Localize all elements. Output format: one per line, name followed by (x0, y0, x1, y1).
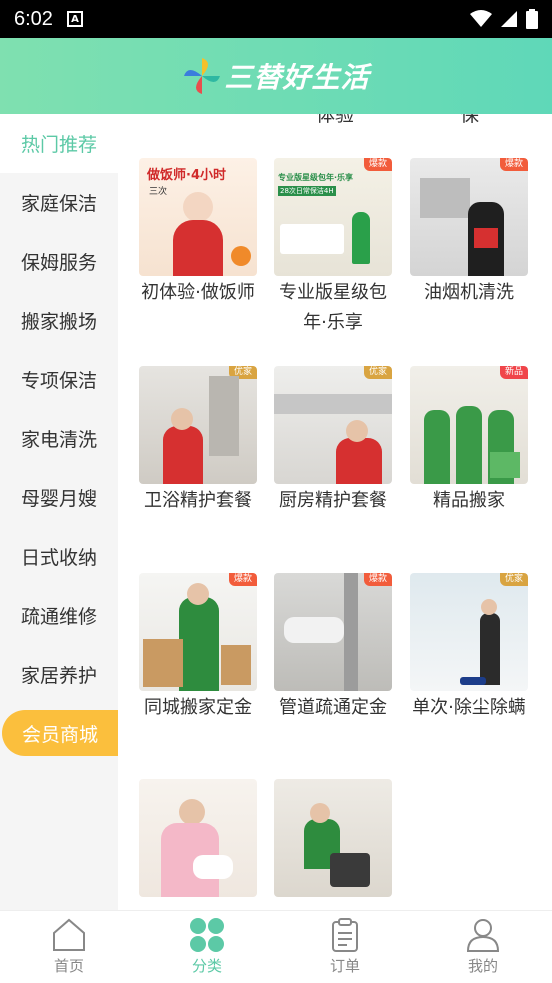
badge-hot: 爆款 (363, 573, 392, 586)
profile-icon (466, 919, 500, 952)
product-card[interactable]: 爆款 管道疏通定金 (274, 573, 392, 723)
product-title: 初体验·做饭师 (141, 282, 255, 303)
product-title: 油烟机清洗 (424, 282, 514, 303)
thumb-text: 专业版星级包年·乐享 (278, 173, 354, 182)
product-thumb: 优家 (139, 366, 257, 484)
product-card[interactable]: 爆款 同城搬家定金 (139, 573, 257, 723)
badge-hot: 爆款 (499, 158, 528, 171)
tab-label-orders: 订单 (329, 957, 360, 975)
sidebar-item-maternity[interactable]: 母婴月嫂 (0, 468, 118, 527)
sidebar-item-storage[interactable]: 日式收纳 (0, 527, 118, 586)
pinwheel-icon (184, 58, 221, 94)
product-card[interactable]: 优家 单次·除尘除螨 (410, 573, 528, 723)
sidebar-item-repair[interactable]: 疏通维修 (0, 586, 118, 645)
product-title: 同城搬家定金 (144, 697, 252, 718)
product-card[interactable]: 爆款 油烟机清洗 (410, 158, 528, 308)
home-icon (53, 918, 85, 951)
sidebar-item-home-care[interactable]: 家居养护 (0, 645, 118, 704)
wifi-icon (470, 10, 492, 27)
product-card[interactable]: 优家 厨房精护套餐 (274, 366, 392, 516)
badge-youjia: 优家 (363, 366, 392, 379)
product-thumb: 爆款 (139, 573, 257, 691)
bottom-tab-bar: 首页 分类 订单 我的 (0, 910, 552, 983)
status-bar: 6:02 A (0, 0, 552, 38)
product-thumb: 爆款 (410, 158, 528, 276)
logo-text: 三替好生活 (224, 62, 370, 93)
product-thumb: 优家 (410, 573, 528, 691)
category-icon (190, 918, 224, 952)
tab-home[interactable]: 首页 (19, 911, 119, 983)
product-thumb: 优家 (274, 366, 392, 484)
thumb-text: 做饭师·4小时 (147, 168, 226, 183)
product-card[interactable]: 优家 卫浴精护套餐 (139, 366, 257, 516)
product-grid: 体验 保 做饭师·4小时 三次 初体验·做饭师 爆款 专业版星级包年·乐享 28… (118, 114, 552, 910)
tab-profile[interactable]: 我的 (433, 911, 533, 983)
cut-label-2: 保 (460, 114, 480, 126)
product-title: 精品搬家 (433, 490, 505, 511)
product-card[interactable]: 爆款 专业版星级包年·乐享 28次日常保洁4H 专业版星级包年·乐享 (274, 158, 392, 338)
badge-hot: 爆款 (363, 158, 392, 171)
tab-orders[interactable]: 订单 (295, 911, 395, 983)
product-card[interactable]: 新品 精品搬家 (410, 366, 528, 516)
product-title: 管道疏通定金 (279, 697, 387, 718)
tab-category[interactable]: 分类 (157, 911, 257, 983)
status-time: 6:02 (14, 7, 53, 30)
thumb-sub: 28次日常保洁4H (278, 186, 336, 196)
previous-row-cut: 体验 保 (118, 114, 552, 126)
sidebar-item-hot[interactable]: 热门推荐 (0, 114, 118, 173)
product-thumb: 新品 (410, 366, 528, 484)
battery-icon (526, 9, 538, 29)
sidebar-item-nanny[interactable]: 保姆服务 (0, 232, 118, 291)
cut-label-1: 体验 (316, 114, 355, 126)
tab-label-category: 分类 (191, 957, 222, 975)
sidebar-item-special-cleaning[interactable]: 专项保洁 (0, 350, 118, 409)
product-title: 卫浴精护套餐 (144, 490, 252, 511)
tab-label-home: 首页 (53, 957, 84, 975)
signal-icon (501, 11, 517, 27)
app-header: 三替好生活 (0, 38, 552, 114)
product-card[interactable]: 做饭师·4小时 三次 初体验·做饭师 (139, 158, 257, 308)
product-thumb (274, 779, 392, 897)
badge-new: 新品 (499, 366, 528, 379)
product-title: 单次·除尘除螨 (412, 697, 526, 718)
order-icon (332, 918, 358, 952)
notification-a-icon: A (66, 11, 83, 27)
product-card[interactable] (139, 779, 257, 899)
category-sidebar: 热门推荐 家庭保洁 保姆服务 搬家搬场 专项保洁 家电清洗 母婴月嫂 日式收纳 … (0, 114, 118, 910)
product-title: 专业版星级包年·乐享 (279, 282, 387, 333)
badge-hot: 爆款 (228, 573, 257, 586)
sidebar-item-moving[interactable]: 搬家搬场 (0, 291, 118, 350)
product-thumb (139, 779, 257, 897)
status-icons (470, 9, 538, 29)
sidebar-item-appliance-cleaning[interactable]: 家电清洗 (0, 409, 118, 468)
sidebar-item-home-cleaning[interactable]: 家庭保洁 (0, 173, 118, 232)
product-title: 厨房精护套餐 (279, 490, 387, 511)
product-card[interactable] (274, 779, 392, 899)
thumb-sub: 三次 (149, 187, 168, 197)
badge-youjia: 优家 (499, 573, 528, 586)
product-thumb: 做饭师·4小时 三次 (139, 158, 257, 276)
sidebar-item-vip-mall[interactable]: 会员商城 (2, 710, 118, 756)
product-thumb: 爆款 专业版星级包年·乐享 28次日常保洁4H (274, 158, 392, 276)
app-logo: 三替好生活 (182, 56, 369, 96)
tab-label-profile: 我的 (467, 957, 498, 975)
product-thumb: 爆款 (274, 573, 392, 691)
